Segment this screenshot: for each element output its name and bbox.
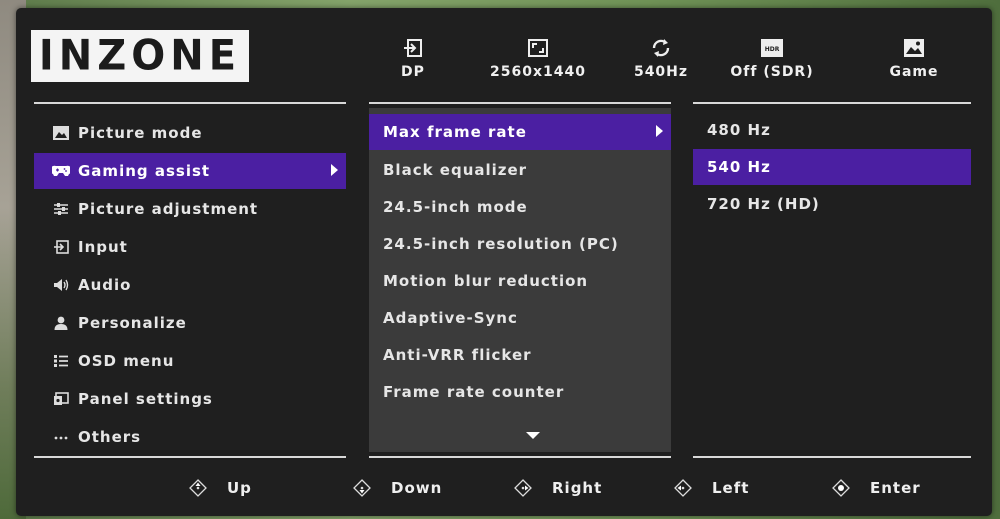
menu-item-personalize[interactable]: Personalize	[34, 305, 346, 341]
options-menu: 480 Hz 540 Hz 720 Hz (HD)	[693, 102, 971, 462]
submenu-item-label: Adaptive-Sync	[383, 309, 518, 327]
menu-item-label: Others	[78, 428, 142, 446]
submenu-item-label: Motion blur reduction	[383, 272, 589, 290]
hint-enter: Enter	[832, 473, 921, 503]
dpad-left-icon	[674, 479, 692, 497]
sliders-icon	[52, 200, 70, 218]
option-720-hz-hd[interactable]: 720 Hz (HD)	[693, 186, 971, 222]
submenu-item-adaptive-sync[interactable]: Adaptive-Sync	[369, 300, 671, 336]
status-picture-mode: Game	[849, 36, 979, 86]
status-input: DP	[348, 36, 478, 86]
submenu-item-label: Black equalizer	[383, 161, 528, 179]
divider	[369, 456, 671, 458]
hint-down: Down	[353, 473, 442, 503]
dpad-down-icon	[353, 479, 371, 497]
submenu-item-24-5-inch-resolution[interactable]: 24.5-inch resolution (PC)	[369, 226, 671, 262]
brand-logo-text: INZONE	[38, 31, 242, 81]
picture-icon	[52, 124, 70, 142]
submenu-item-label: Anti-VRR flicker	[383, 346, 532, 364]
speaker-icon	[52, 276, 70, 294]
input-icon	[52, 238, 70, 256]
submenu-item-label: Max frame rate	[383, 123, 527, 141]
menu-item-label: Audio	[78, 276, 132, 294]
hint-label: Left	[712, 479, 750, 497]
menu-item-audio[interactable]: Audio	[34, 267, 346, 303]
dpad-right-icon	[514, 479, 532, 497]
gamepad-icon	[52, 162, 70, 180]
input-icon	[400, 36, 426, 60]
submenu-item-frame-rate-counter[interactable]: Frame rate counter	[369, 374, 671, 410]
hint-label: Up	[227, 479, 252, 497]
hint-left: Left	[674, 473, 749, 503]
divider	[369, 102, 671, 104]
main-menu: Picture mode Gaming assist Picture adjus…	[34, 102, 346, 462]
hint-label: Right	[552, 479, 603, 497]
chevron-right-icon	[331, 164, 338, 176]
status-resolution-label: 2560x1440	[490, 64, 586, 80]
menu-item-label: OSD menu	[78, 352, 175, 370]
hint-up: Up	[189, 473, 252, 503]
submenu-item-24-5-inch-mode[interactable]: 24.5-inch mode	[369, 189, 671, 225]
menu-item-label: Personalize	[78, 314, 187, 332]
picture-mode-icon	[901, 36, 927, 60]
menu-item-picture-mode[interactable]: Picture mode	[34, 115, 346, 151]
option-540-hz[interactable]: 540 Hz	[693, 149, 971, 185]
divider	[693, 102, 971, 104]
menu-item-picture-adjustment[interactable]: Picture adjustment	[34, 191, 346, 227]
option-label: 720 Hz (HD)	[707, 195, 820, 213]
hdr-icon: HDR	[759, 36, 785, 60]
chevron-down-icon[interactable]	[526, 432, 540, 439]
resolution-icon	[525, 36, 551, 60]
menu-item-input[interactable]: Input	[34, 229, 346, 265]
hdr-badge-text: HDR	[765, 46, 780, 53]
list-icon	[52, 352, 70, 370]
status-hdr-label: Off (SDR)	[730, 64, 814, 80]
divider	[693, 456, 971, 458]
hint-right: Right	[514, 473, 602, 503]
person-icon	[52, 314, 70, 332]
hint-label: Down	[391, 479, 443, 497]
brand-logo: INZONE	[31, 30, 249, 82]
chevron-right-icon	[656, 125, 663, 137]
menu-item-label: Picture adjustment	[78, 200, 259, 218]
submenu-item-label: 24.5-inch mode	[383, 198, 528, 216]
dpad-up-icon	[189, 479, 207, 497]
sub-menu: Max frame rate Black equalizer 24.5-inch…	[369, 102, 671, 462]
option-label: 540 Hz	[707, 158, 771, 176]
menu-item-label: Input	[78, 238, 128, 256]
osd-window: INZONE DP 2560x1440 540Hz HDR Off (SDR) …	[16, 8, 992, 516]
submenu-item-max-frame-rate[interactable]: Max frame rate	[369, 114, 671, 150]
submenu-item-label: Frame rate counter	[383, 383, 565, 401]
divider	[34, 456, 346, 458]
submenu-item-label: 24.5-inch resolution (PC)	[383, 235, 619, 253]
menu-item-label: Picture mode	[78, 124, 203, 142]
menu-item-panel-settings[interactable]: Panel settings	[34, 381, 346, 417]
menu-item-label: Gaming assist	[78, 162, 211, 180]
status-hdr: HDR Off (SDR)	[707, 36, 837, 86]
menu-item-gaming-assist[interactable]: Gaming assist	[34, 153, 346, 189]
refresh-rate-icon	[648, 36, 674, 60]
hint-label: Enter	[870, 479, 921, 497]
menu-item-others[interactable]: Others	[34, 419, 346, 455]
divider	[34, 102, 346, 104]
submenu-item-black-equalizer[interactable]: Black equalizer	[369, 152, 671, 188]
status-input-label: DP	[401, 64, 425, 80]
dpad-center-icon	[832, 479, 850, 497]
menu-item-label: Panel settings	[78, 390, 213, 408]
submenu-item-motion-blur-reduction[interactable]: Motion blur reduction	[369, 263, 671, 299]
more-icon	[52, 428, 70, 446]
option-label: 480 Hz	[707, 121, 771, 139]
menu-item-osd-menu[interactable]: OSD menu	[34, 343, 346, 379]
option-480-hz[interactable]: 480 Hz	[693, 112, 971, 148]
submenu-item-anti-vrr-flicker[interactable]: Anti-VRR flicker	[369, 337, 671, 373]
status-resolution: 2560x1440	[473, 36, 603, 86]
status-picture-mode-label: Game	[889, 64, 939, 80]
status-refresh-rate-label: 540Hz	[633, 64, 689, 80]
panel-icon	[52, 390, 70, 408]
